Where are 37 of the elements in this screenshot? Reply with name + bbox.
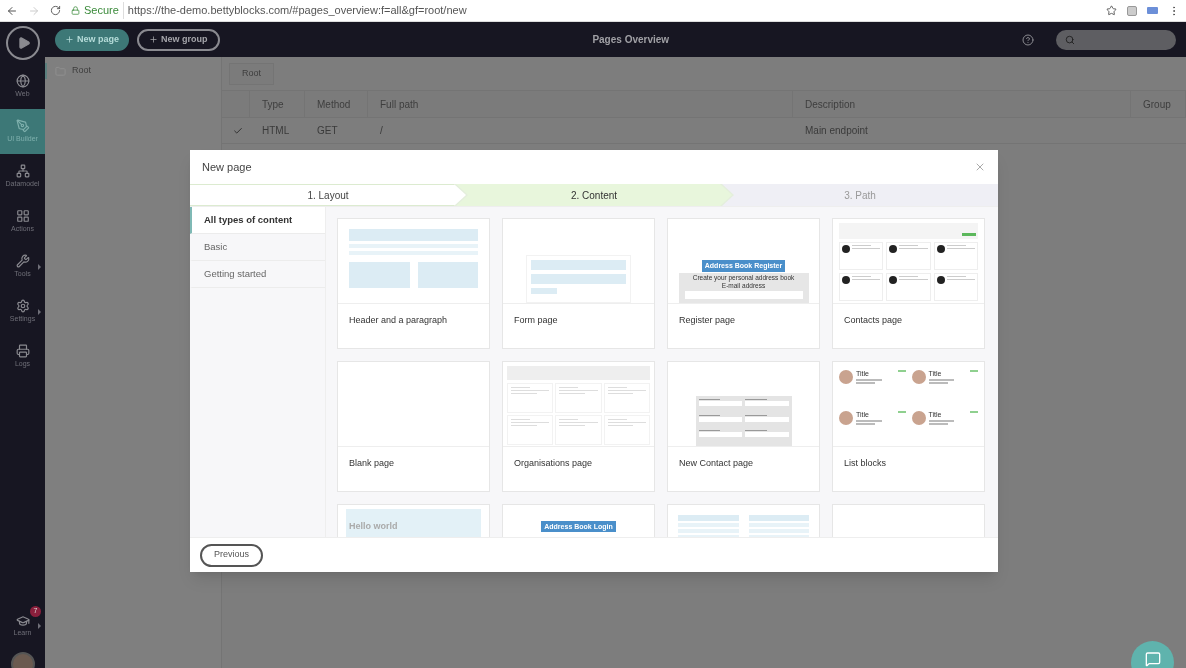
table-cell-text: GET xyxy=(316,124,339,138)
address-bar[interactable]: Secure https://the-demo.bettyblocks.com/#pages_overview:f=all&gf=root/new xyxy=(71,2,1096,19)
template-title: Register page xyxy=(678,314,737,327)
template-title: Organisations page xyxy=(513,457,594,470)
column-header: Description xyxy=(805,97,856,112)
thumbnail-heading: Hello world xyxy=(349,521,398,531)
category-item[interactable]: Basic xyxy=(190,234,325,261)
page-template-card[interactable]: New Contact page xyxy=(667,361,820,492)
column-header: Type xyxy=(262,97,284,112)
category-item[interactable]: Getting started xyxy=(190,261,325,288)
previous-button[interactable]: Previous xyxy=(200,543,263,567)
page-template-card[interactable]: Organisations page xyxy=(502,361,655,492)
table-cell-text: / xyxy=(379,124,384,138)
table-cell-text: HTML xyxy=(261,124,291,138)
column-header: Method xyxy=(317,97,351,112)
page-template-card[interactable]: Blank page xyxy=(337,361,490,492)
page-title: Pages Overview xyxy=(592,33,670,47)
template-title: List blocks xyxy=(843,457,888,470)
column-header: Full path xyxy=(380,97,419,112)
wizard-step[interactable]: 2. Content xyxy=(456,184,732,206)
new-page-button[interactable]: New page xyxy=(55,28,129,51)
wizard-step[interactable]: 1. Layout xyxy=(190,184,466,206)
category-item[interactable]: All types of content xyxy=(190,207,325,234)
dialog-title: New page xyxy=(202,159,252,175)
page-template-card[interactable]: Header and a paragraph xyxy=(337,218,490,349)
page-template-card[interactable]: Contacts page xyxy=(832,218,985,349)
secure-label: Secure xyxy=(84,2,124,19)
template-title: Blank page xyxy=(348,457,396,470)
new-group-button[interactable]: New group xyxy=(137,28,220,51)
template-title: Header and a paragraph xyxy=(348,314,449,327)
column-header: Group xyxy=(1143,97,1171,112)
table-cell-text: Main endpoint xyxy=(804,124,869,138)
page-template-card[interactable]: Form page xyxy=(502,218,655,349)
template-title: Contacts page xyxy=(843,314,904,327)
url-text: https://the-demo.bettyblocks.com/#pages_overview:f=all&gf=root/new xyxy=(127,3,467,19)
template-title: Form page xyxy=(513,314,559,327)
template-title: New Contact page xyxy=(678,457,755,470)
